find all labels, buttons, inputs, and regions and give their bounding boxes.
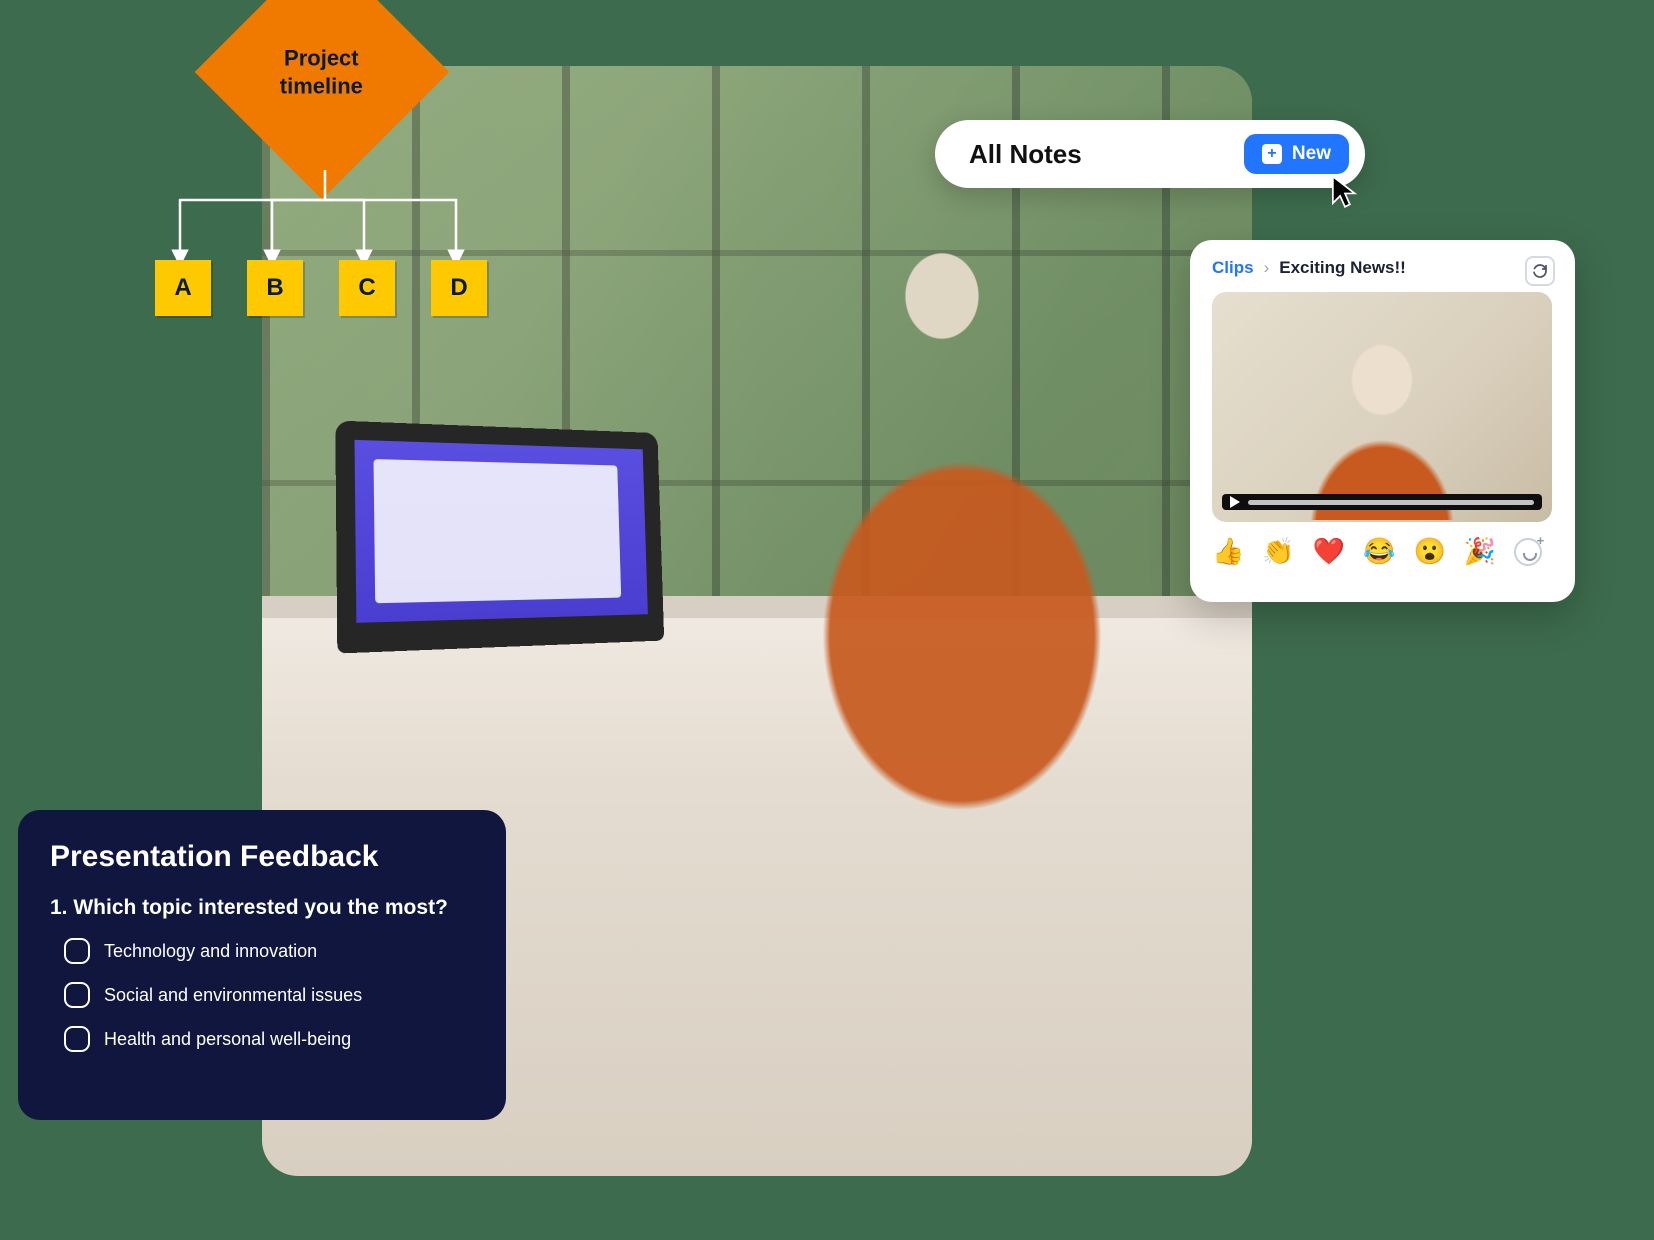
checkbox-icon[interactable] [64,982,90,1008]
new-note-label: New [1292,143,1331,165]
reaction-laugh[interactable]: 😂 [1363,536,1395,567]
breadcrumb-current: Exciting News!! [1279,258,1406,278]
checkbox-icon[interactable] [64,1026,90,1052]
cursor-icon [1330,174,1360,208]
video-progress-bar[interactable] [1222,494,1542,510]
feedback-option-label: Social and environmental issues [104,985,362,1006]
breadcrumb: Clips › Exciting News!! [1212,258,1553,278]
breadcrumb-root[interactable]: Clips [1212,258,1254,278]
feedback-option-label: Technology and innovation [104,941,317,962]
checkbox-icon[interactable] [64,938,90,964]
reaction-bar: 👍 👏 ❤️ 😂 😮 🎉 [1212,536,1553,567]
reaction-wow[interactable]: 😮 [1414,536,1446,567]
flowchart-root-label: Projecttimeline [280,44,363,99]
flowchart-node-c[interactable]: C [339,260,395,316]
flowchart-node-a[interactable]: A [155,260,211,316]
flowchart-nodes: A B C D [155,260,487,316]
add-reaction-button[interactable] [1514,538,1542,566]
clips-card: Clips › Exciting News!! 👍 👏 ❤️ 😂 😮 🎉 [1190,240,1575,602]
reaction-clap[interactable]: 👏 [1262,536,1294,567]
new-note-icon [1262,144,1282,164]
reaction-party[interactable]: 🎉 [1464,536,1496,567]
refresh-button[interactable] [1525,256,1555,286]
flowchart-node-b[interactable]: B [247,260,303,316]
feedback-option[interactable]: Technology and innovation [64,938,474,964]
feedback-option-label: Health and personal well-being [104,1029,351,1050]
all-notes-bar: All Notes New [935,120,1365,188]
feedback-card: Presentation Feedback 1. Which topic int… [18,810,506,1120]
flowchart-node-d[interactable]: D [431,260,487,316]
feedback-option[interactable]: Social and environmental issues [64,982,474,1008]
refresh-icon [1532,263,1548,279]
new-note-button[interactable]: New [1244,134,1349,174]
reaction-thumbs-up[interactable]: 👍 [1212,536,1244,567]
feedback-title: Presentation Feedback [50,840,474,874]
chevron-right-icon: › [1264,258,1270,278]
feedback-question: 1. Which topic interested you the most? [50,896,474,920]
video-player[interactable] [1212,292,1552,522]
play-icon[interactable] [1230,496,1240,508]
feedback-option[interactable]: Health and personal well-being [64,1026,474,1052]
all-notes-title: All Notes [969,139,1082,170]
reaction-heart[interactable]: ❤️ [1313,536,1345,567]
